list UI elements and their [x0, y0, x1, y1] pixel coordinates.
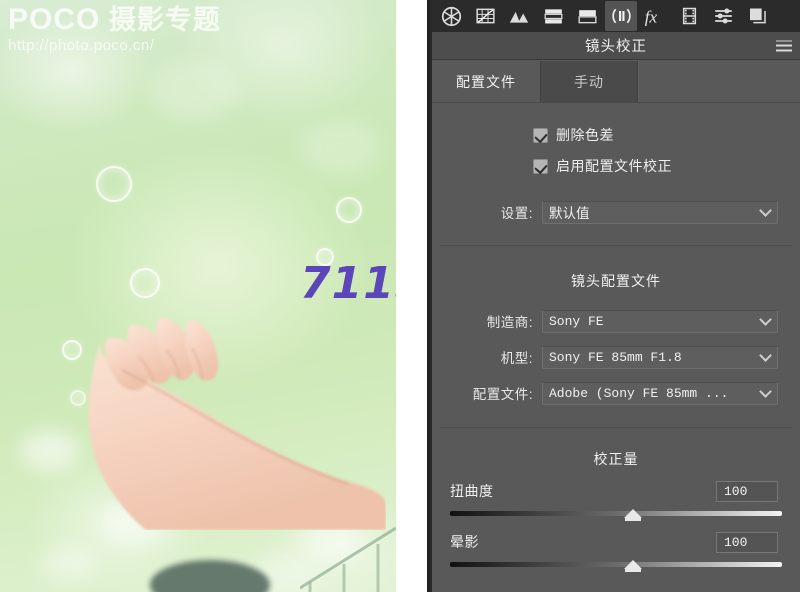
lens-profile-row: 配置文件: Adobe (Sony FE 85mm ...: [432, 381, 800, 405]
lens-profile-section-title: 镜头配置文件: [571, 273, 661, 289]
presets-icon[interactable]: [707, 1, 739, 31]
slider-vignette-thumb[interactable]: [623, 556, 642, 572]
detail-icon[interactable]: [503, 1, 535, 31]
correction-amount-section-title: 校正量: [593, 451, 639, 467]
chevron-down-icon: [759, 385, 772, 398]
split-toning-icon[interactable]: [571, 1, 603, 31]
panel-toolbar: fx: [432, 0, 800, 32]
lens-make-label: 制造商:: [486, 315, 533, 330]
lens-model-row: 机型: Sony FE 85mm F1.8: [432, 345, 800, 369]
checkbox-checked-icon[interactable]: [533, 127, 548, 143]
soap-bubble: [70, 390, 86, 406]
hamburger-menu-icon[interactable]: [776, 40, 792, 51]
svg-text:fx: fx: [645, 7, 658, 26]
page-title: 镜头校正: [585, 39, 647, 55]
lens-make-value: Sony FE: [549, 313, 604, 329]
tab-filler: [638, 61, 800, 102]
checkbox-label: 删除色差: [556, 127, 614, 143]
photo-preview-area[interactable]: POCO 摄影专题 http://photo.poco.cn/ 711575: [0, 0, 396, 592]
setting-value: 默认值: [549, 206, 590, 221]
lens-make-dropdown[interactable]: Sony FE: [542, 309, 778, 333]
setting-dropdown[interactable]: 默认值: [542, 200, 778, 224]
slider-vignette-value[interactable]: 100: [716, 531, 778, 553]
panel-titlebar: 镜头校正: [432, 32, 800, 60]
railing: [300, 526, 396, 592]
camera-calibration-icon[interactable]: [673, 1, 705, 31]
lens-profile-dropdown[interactable]: Adobe (Sony FE 85mm ...: [542, 381, 778, 405]
effects-icon[interactable]: fx: [639, 1, 671, 31]
snapshots-icon[interactable]: [741, 1, 773, 31]
bokeh-blob: [150, 60, 240, 120]
watermark: POCO 摄影专题 http://photo.poco.cn/: [8, 4, 268, 54]
slider-distortion-track[interactable]: [450, 509, 782, 521]
checkbox-checked-icon[interactable]: [533, 158, 548, 174]
lens-model-dropdown[interactable]: Sony FE 85mm F1.8: [542, 345, 778, 369]
watermark-url: http://photo.poco.cn/: [8, 36, 155, 54]
lens-make-row: 制造商: Sony FE: [432, 309, 800, 333]
checkbox-label: 启用配置文件校正: [556, 158, 672, 174]
slider-distortion-value[interactable]: 100: [716, 480, 778, 502]
soap-bubble: [336, 197, 362, 223]
watermark-title: 摄影专题: [108, 5, 221, 35]
tab-manual[interactable]: 手动: [540, 61, 638, 102]
soap-bubble: [62, 340, 82, 360]
setting-row: 设置: 默认值: [432, 200, 800, 224]
basic-adjust-icon[interactable]: [435, 1, 467, 31]
bokeh-blob: [300, 120, 380, 176]
slider-vignette-label: 晕影: [450, 534, 479, 550]
watermark-title-line: POCO 摄影专题: [8, 4, 268, 36]
photo-overlay-number: 711575: [300, 258, 396, 309]
slider-distortion: 扭曲度 100: [432, 480, 800, 521]
tab-profile[interactable]: 配置文件: [432, 61, 540, 102]
chevron-down-icon: [759, 204, 772, 217]
bokeh-blob: [40, 545, 98, 583]
setting-label: 设置:: [500, 206, 533, 221]
bokeh-blob: [20, 430, 80, 472]
slider-vignette-head: 晕影 100: [432, 531, 800, 553]
slider-distortion-thumb[interactable]: [623, 505, 642, 521]
app-window: POCO 摄影专题 http://photo.poco.cn/ 711575: [0, 0, 800, 592]
slider-vignette: 晕影 100: [432, 531, 800, 572]
checkbox-remove-chromatic-aberration[interactable]: 删除色差: [432, 125, 800, 145]
slider-distortion-label: 扭曲度: [450, 483, 494, 499]
watermark-brand: POCO: [8, 3, 101, 36]
soap-bubble: [130, 268, 160, 298]
chevron-down-icon: [759, 313, 772, 326]
preview-gutter: [396, 0, 427, 592]
slider-vignette-track[interactable]: [450, 560, 782, 572]
lens-correction-panel: fx 镜头校正 配置文件 手动 删除色差 启用配置文件校正 设置: 默认值 镜头…: [432, 0, 800, 592]
chevron-down-icon: [759, 349, 772, 362]
hsl-grayscale-icon[interactable]: [537, 1, 569, 31]
section-divider: [440, 427, 792, 428]
panel-tabs: 配置文件 手动: [432, 61, 800, 103]
soap-bubble: [96, 166, 132, 202]
lens-model-label: 机型:: [500, 351, 533, 366]
tone-curve-icon[interactable]: [469, 1, 501, 31]
lens-profile-value: Adobe (Sony FE 85mm ...: [549, 385, 729, 401]
checkbox-enable-profile-corrections[interactable]: 启用配置文件校正: [432, 156, 800, 176]
lens-profile-label: 配置文件:: [472, 387, 533, 402]
lens-model-value: Sony FE 85mm F1.8: [549, 349, 682, 365]
lens-correction-icon[interactable]: [605, 1, 637, 31]
section-divider: [440, 245, 792, 246]
slider-distortion-head: 扭曲度 100: [432, 480, 800, 502]
hand-illustration: [88, 317, 386, 530]
